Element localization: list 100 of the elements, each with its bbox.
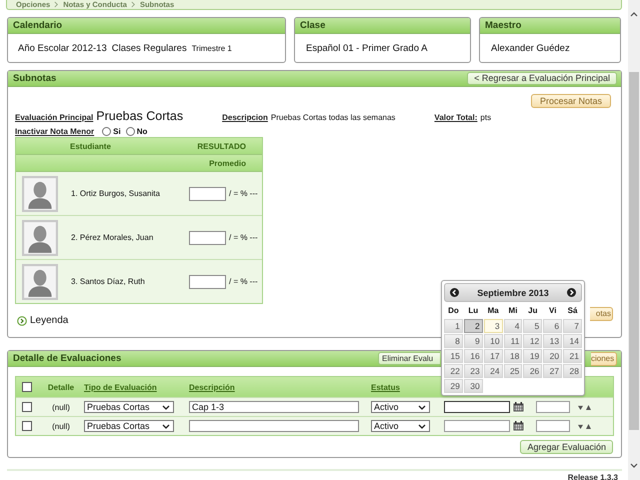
- description-input[interactable]: [189, 420, 359, 432]
- calendar-day[interactable]: 28: [563, 364, 582, 378]
- chevron-icon: [130, 1, 136, 8]
- calendar-day[interactable]: 1: [444, 319, 463, 333]
- next-month-icon[interactable]: [566, 288, 576, 297]
- card-text: Año Escolar 2012-13: [18, 42, 107, 54]
- calendar-day[interactable]: 10: [484, 334, 503, 348]
- calendar-day[interactable]: 7: [563, 319, 582, 333]
- avatar-icon: [22, 220, 58, 256]
- calendar-day[interactable]: 24: [484, 364, 503, 378]
- calendar-day[interactable]: 13: [543, 334, 562, 348]
- date-input[interactable]: [444, 420, 510, 432]
- calendar-day[interactable]: 14: [563, 334, 582, 348]
- field-label: Evaluación Principal: [15, 113, 94, 122]
- column-header[interactable]: Estatus: [371, 382, 444, 392]
- delete-button[interactable]: Eliminar Evalu: [378, 352, 440, 365]
- status-dropdown[interactable]: Activo: [371, 420, 430, 432]
- status-dropdown[interactable]: Activo: [371, 401, 430, 413]
- detail-cell-text: (null): [51, 402, 71, 412]
- calendar-day[interactable]: 27: [543, 364, 562, 378]
- panel-title: Subnotas: [13, 73, 58, 84]
- score-input[interactable]: [189, 186, 226, 200]
- score-input[interactable]: [189, 230, 226, 244]
- calendar-day[interactable]: 20: [543, 349, 562, 363]
- move-down-icon[interactable]: [578, 424, 583, 428]
- calendar-day[interactable]: 9: [464, 334, 483, 348]
- field-value: pts: [480, 113, 492, 122]
- detail-cell-text: (null): [51, 422, 71, 430]
- type-dropdown[interactable]: Pruebas Cortas: [84, 401, 174, 413]
- column-header: Promedio: [209, 158, 246, 168]
- field-label: Descripcion: [222, 113, 268, 122]
- calendar-day[interactable]: 12: [523, 334, 542, 348]
- score-input[interactable]: [189, 274, 226, 288]
- student-name: 3. Santos Díaz, Ruth: [71, 277, 146, 286]
- weekday-label: Ma: [486, 305, 500, 317]
- value-input[interactable]: [536, 401, 570, 413]
- column-header[interactable]: Descripción: [189, 382, 371, 392]
- move-up-icon[interactable]: [586, 404, 591, 410]
- expand-icon[interactable]: [17, 316, 27, 326]
- date-input[interactable]: [444, 401, 510, 413]
- checkbox[interactable]: [22, 421, 32, 431]
- card-title: Clase: [295, 18, 470, 34]
- calendar-day[interactable]: 15: [444, 349, 463, 363]
- move-down-icon[interactable]: [578, 404, 583, 410]
- calendar-day[interactable]: 30: [464, 379, 483, 393]
- radio-button[interactable]: [102, 127, 112, 136]
- checkbox[interactable]: [22, 402, 32, 412]
- calendar-icon[interactable]: [513, 421, 524, 431]
- calendar-icon[interactable]: [513, 402, 524, 412]
- weekday-label: Do: [447, 305, 460, 317]
- card-text: Trimestre 1: [192, 44, 232, 52]
- field-label: Valor Total:: [434, 113, 478, 122]
- column-header: Detalle: [46, 382, 76, 392]
- save-button[interactable]: otas: [590, 306, 613, 320]
- calendar-day[interactable]: 5: [523, 319, 542, 333]
- calendar-day[interactable]: 19: [523, 349, 542, 363]
- card-text: Español 01 - Primer Grado A: [306, 42, 428, 54]
- card-text: Clases Regulares: [112, 42, 187, 54]
- calendar-day[interactable]: 16: [464, 349, 483, 363]
- caret-icon: [162, 424, 170, 428]
- checkbox[interactable]: [22, 382, 32, 392]
- add-button[interactable]: Agregar Evaluación: [520, 440, 613, 454]
- process-button[interactable]: Procesar Notas: [530, 94, 611, 108]
- calendar-day[interactable]: 18: [504, 349, 522, 363]
- description-input[interactable]: Cap 1-3: [189, 401, 359, 413]
- calendar-day[interactable]: 26: [523, 364, 542, 378]
- calendar-day[interactable]: 11: [504, 334, 522, 348]
- card-text: Alexander Guédez: [491, 42, 570, 54]
- calendar-day[interactable]: 25: [504, 364, 522, 378]
- avatar-icon: [22, 264, 58, 300]
- calendar-day[interactable]: 23: [464, 364, 483, 378]
- calendar-day[interactable]: 3: [484, 319, 503, 333]
- column-header[interactable]: Tipo de Evaluación: [84, 382, 189, 392]
- calendar-day[interactable]: 4: [504, 319, 522, 333]
- calendar-day[interactable]: 21: [563, 349, 582, 363]
- calendar-day[interactable]: 22: [444, 364, 463, 378]
- field-value: Pruebas Cortas todas las semanas: [270, 113, 396, 122]
- calendar-day[interactable]: 17: [484, 349, 503, 363]
- calendar-day[interactable]: 6: [543, 319, 562, 333]
- caret-icon: [162, 404, 170, 410]
- calendar-day[interactable]: 8: [444, 334, 463, 348]
- weekday-label: Vi: [548, 305, 558, 317]
- caret-icon: [418, 404, 426, 410]
- back-button[interactable]: < Regresar a Evaluación Principal: [467, 72, 617, 85]
- weekday-label: Mi: [508, 305, 518, 317]
- radio-label: No: [136, 127, 148, 136]
- score-suffix: / = % ---: [229, 233, 258, 242]
- legend-link[interactable]: Leyenda: [30, 315, 68, 326]
- type-dropdown[interactable]: Pruebas Cortas: [84, 420, 174, 432]
- calendar-day[interactable]: 29: [444, 379, 463, 393]
- move-up-icon[interactable]: [586, 424, 591, 428]
- value-input[interactable]: [536, 420, 570, 432]
- weekday-label: Lu: [467, 305, 480, 317]
- radio-button[interactable]: [126, 127, 135, 136]
- avatar-icon: [22, 176, 58, 212]
- calendar-day[interactable]: 2: [464, 319, 483, 333]
- score-suffix: / = % ---: [229, 189, 258, 198]
- student-name: 2. Pérez Morales, Juan: [71, 233, 154, 242]
- action-button[interactable]: ciones: [591, 352, 617, 366]
- previous-month-icon[interactable]: [450, 288, 459, 297]
